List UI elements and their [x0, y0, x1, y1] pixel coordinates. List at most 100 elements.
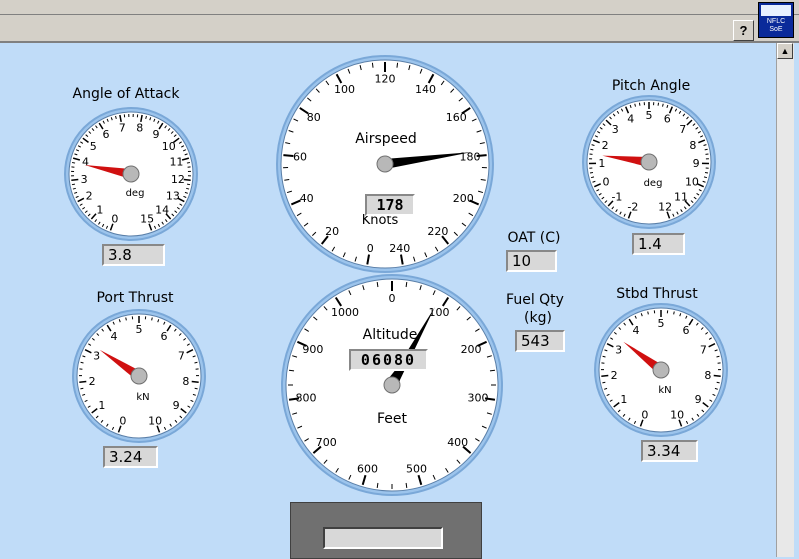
aoa-tick-label: 9: [152, 128, 159, 141]
pitch-tick-label: 12: [658, 200, 672, 213]
altitude-unit: Feet: [377, 411, 407, 427]
stbd-minor-tick: [602, 382, 605, 383]
pitch-tick-label: 9: [693, 157, 700, 170]
pitch-tick-label: 6: [664, 113, 671, 126]
stbd-tick-label: 4: [633, 324, 640, 337]
stbd-minor-tick: [603, 356, 606, 357]
port-minor-tick: [195, 388, 198, 389]
port-unit: kN: [136, 392, 149, 403]
pitch-tick-label: -1: [611, 191, 622, 204]
altitude-tick-label: 700: [316, 436, 337, 449]
port-tick-label: 9: [173, 399, 180, 412]
airspeed-tick-label: 20: [325, 225, 339, 238]
stbd-unit: kN: [658, 385, 671, 396]
stbd-thrust-value-display: 3.34: [641, 440, 698, 462]
airspeed-tick-label: 100: [334, 83, 355, 96]
altitude-tick-label: 800: [295, 391, 316, 404]
aoa-minor-tick: [72, 184, 75, 185]
pitch-tick-label: 2: [602, 139, 609, 152]
airspeed-tick-label: 220: [427, 225, 448, 238]
pitch-minor-tick: [590, 149, 593, 150]
stbd-major-tick: [601, 376, 608, 377]
fuel-qty-unit-label: (kg): [524, 310, 552, 326]
altitude-tick-label: 0: [389, 292, 396, 305]
bottom-display: [323, 527, 443, 549]
aoa-value-display: 3.8: [102, 244, 165, 266]
port-minor-tick: [126, 317, 127, 320]
airspeed-tick-label: 180: [459, 151, 480, 164]
port-tick-label: 10: [148, 414, 162, 427]
altitude-tick-label: 600: [357, 462, 378, 475]
pitch-tick-label: 3: [612, 123, 619, 136]
stbd-tick-label: 0: [641, 408, 648, 421]
pitch-minor-tick: [663, 104, 664, 107]
aoa-major-tick: [71, 180, 78, 181]
pitch-minor-tick: [705, 149, 708, 150]
pitch-title: Pitch Angle: [612, 78, 690, 94]
airspeed-tick-label: 0: [367, 242, 374, 255]
pitch-minor-tick: [635, 104, 636, 107]
aoa-tick-label: 2: [86, 190, 93, 203]
port-tick-label: 1: [98, 399, 105, 412]
port-minor-tick: [194, 362, 197, 363]
port-thrust-title: Port Thrust: [96, 290, 173, 306]
altitude-minor-tick: [406, 483, 407, 488]
altitude-minor-tick: [377, 483, 378, 488]
fuel-qty-label: Fuel Qty: [506, 292, 564, 308]
aoa-tick-label: 14: [155, 203, 169, 216]
pitch-unit: deg: [644, 178, 663, 189]
pitch-tick-label: 0: [603, 175, 610, 188]
port-tick-label: 4: [111, 330, 118, 343]
altitude-tick-label: 300: [468, 391, 489, 404]
airspeed-tick-label: 120: [375, 73, 396, 86]
pitch-minor-tick: [705, 172, 708, 173]
port-minor-tick: [81, 362, 84, 363]
stbd-minor-tick: [648, 311, 649, 314]
aoa-tick-label: 7: [119, 122, 126, 135]
altitude-tick-label: 900: [302, 343, 323, 356]
pitch-tick-label: 7: [679, 123, 686, 136]
stbd-minor-tick: [717, 382, 720, 383]
port-major-tick: [192, 382, 199, 383]
port-tick-label: 2: [89, 375, 96, 388]
aoa-title: Angle of Attack: [73, 86, 180, 102]
altitude-minor-tick: [490, 370, 495, 371]
airspeed-tick-label: 40: [300, 192, 314, 205]
airspeed-value-display: 178: [365, 194, 415, 216]
pitch-tick-label: 11: [674, 191, 688, 204]
pitch-tick-label: 1: [598, 157, 605, 170]
aoa-tick-label: 1: [96, 203, 103, 216]
pitch-needle-hub: [641, 154, 657, 170]
aoa-tick-label: 13: [166, 190, 180, 203]
port-minor-tick: [80, 388, 83, 389]
port-tick-label: 7: [178, 349, 185, 362]
pitch-tick-label: 8: [689, 139, 696, 152]
airspeed-tick-label: 160: [446, 111, 467, 124]
altitude-tick-label: 400: [447, 436, 468, 449]
airspeed-minor-tick: [372, 63, 373, 68]
aoa-tick-label: 10: [162, 140, 176, 153]
altitude-tick-label: 500: [406, 462, 427, 475]
altitude-title: Altitude: [363, 327, 418, 343]
oat-label: OAT (C): [508, 230, 561, 246]
airspeed-tick-label: 80: [307, 111, 321, 124]
airspeed-tick-label: 240: [389, 242, 410, 255]
stbd-tick-label: 7: [700, 343, 707, 356]
pitch-tick-label: 4: [627, 113, 634, 126]
aoa-tick-label: 3: [81, 173, 88, 186]
aoa-tick-label: 5: [90, 140, 97, 153]
aoa-tick-label: 4: [82, 156, 89, 169]
pitch-tick-label: 5: [646, 109, 653, 122]
airspeed-minor-tick: [397, 63, 398, 68]
aoa-tick-label: 8: [136, 122, 143, 135]
pitch-tick-label: -2: [627, 200, 638, 213]
pitch-value-display: 1.4: [632, 233, 685, 255]
aoa-unit: deg: [126, 188, 145, 199]
stbd-tick-label: 5: [658, 317, 665, 330]
airspeed-title: Airspeed: [355, 131, 417, 147]
aoa-needle-hub: [123, 166, 139, 182]
aoa-tick-label: 6: [103, 128, 110, 141]
pitch-tick-label: 10: [685, 175, 699, 188]
stbd-minor-tick: [716, 356, 719, 357]
altitude-value-display: 06080: [349, 349, 428, 371]
